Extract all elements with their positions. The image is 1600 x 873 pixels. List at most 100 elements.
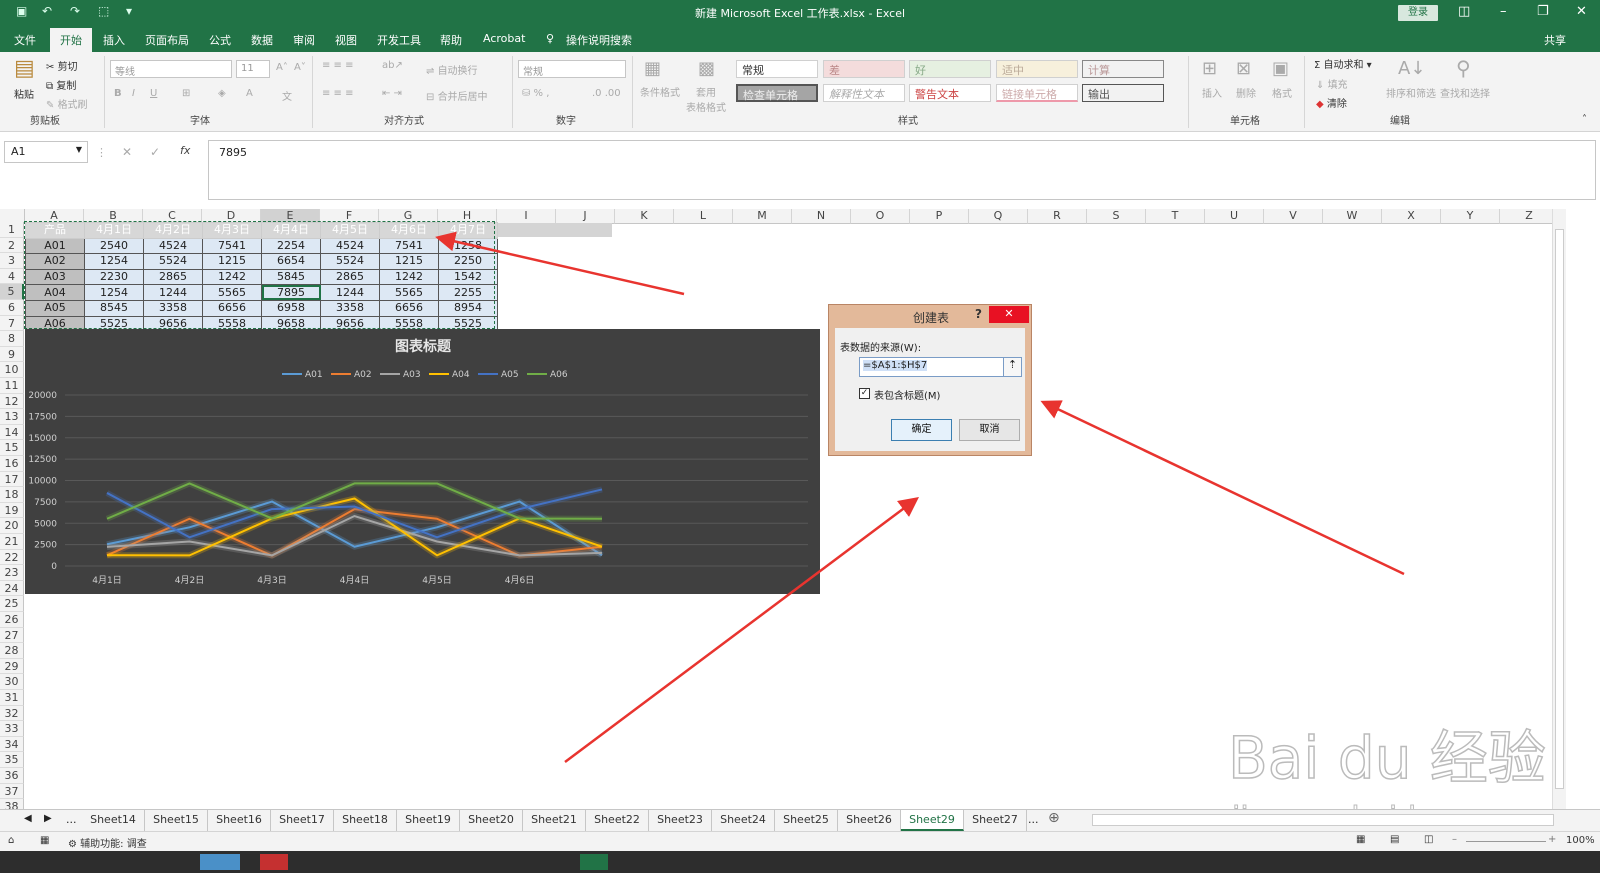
row-header[interactable]: 35 xyxy=(0,752,24,768)
add-sheet-icon[interactable]: ⊕ xyxy=(1048,810,1060,826)
headers-checkbox[interactable]: ✓ xyxy=(859,388,870,399)
accessibility-status[interactable]: ⚙ 辅助功能: 调查 xyxy=(68,835,147,850)
tab-file[interactable]: 文件 xyxy=(14,32,36,48)
column-header[interactable]: Y xyxy=(1441,209,1500,224)
insert-cells-icon[interactable]: ⊞ xyxy=(1202,58,1217,79)
row-header[interactable]: 36 xyxy=(0,768,24,784)
row-header[interactable]: 29 xyxy=(0,658,24,675)
row-header[interactable]: 28 xyxy=(0,643,24,659)
clear-button[interactable]: ◆ 清除 xyxy=(1316,95,1347,110)
tab-acrobat[interactable]: Acrobat xyxy=(483,32,525,45)
row-header[interactable]: 22 xyxy=(0,549,24,566)
insert-function-icon[interactable]: fx xyxy=(180,144,190,157)
row-header[interactable]: 13 xyxy=(0,409,24,425)
row-header[interactable]: 11 xyxy=(0,378,24,394)
row-header[interactable]: 3 xyxy=(0,253,24,269)
tell-me-search[interactable]: 操作说明搜索 xyxy=(566,32,632,48)
sheet-tab[interactable]: Sheet20 xyxy=(460,810,523,831)
collapse-ribbon-icon[interactable]: ˄ xyxy=(1582,114,1587,125)
row-header[interactable]: 15 xyxy=(0,440,24,456)
tab-insert[interactable]: 插入 xyxy=(103,32,125,48)
column-header[interactable]: X xyxy=(1382,209,1441,224)
collapse-dialog-icon[interactable]: ⇡ xyxy=(1003,357,1022,377)
row-header[interactable]: 17 xyxy=(0,471,24,488)
range-input[interactable]: =$A$1:$H$7 xyxy=(859,357,1004,377)
row-header[interactable]: 26 xyxy=(0,612,24,628)
autosum-button[interactable]: Σ 自动求和 ▾ xyxy=(1314,56,1372,71)
row-header[interactable]: 33 xyxy=(0,721,24,737)
column-header[interactable]: I xyxy=(497,209,556,224)
row-header[interactable]: 10 xyxy=(0,362,24,378)
sheet-tab[interactable]: Sheet23 xyxy=(649,810,712,831)
copy-button[interactable]: ⧉ 复制 xyxy=(46,77,76,92)
vertical-scroll-thumb[interactable] xyxy=(1555,229,1564,789)
wrap-text-button[interactable]: ⇌ 自动换行 xyxy=(426,62,478,77)
help-icon[interactable]: ? xyxy=(975,307,982,321)
column-header[interactable]: N xyxy=(792,209,851,224)
sheet-tab[interactable]: Sheet18 xyxy=(334,810,397,831)
row-header[interactable]: 25 xyxy=(0,596,24,612)
format-cells-icon[interactable]: ▣ xyxy=(1272,58,1289,79)
zoom-out-icon[interactable]: – xyxy=(1452,834,1457,845)
zoom-slider[interactable] xyxy=(1466,841,1546,842)
row-header[interactable]: 16 xyxy=(0,456,24,472)
bold-icon[interactable]: B xyxy=(114,88,122,99)
normal-view-icon[interactable]: ▦ xyxy=(1356,834,1365,845)
number-format-box[interactable]: 常规 xyxy=(518,60,626,78)
column-header[interactable]: V xyxy=(1264,209,1323,224)
cancel-entry-icon[interactable]: ✕ xyxy=(122,145,132,159)
find-icon[interactable]: ⚲ xyxy=(1456,56,1471,80)
name-box[interactable]: A1 ▼ xyxy=(4,141,88,163)
row-header[interactable]: 14 xyxy=(0,424,24,441)
format-painter-button[interactable]: ✎ 格式刷 xyxy=(46,96,88,111)
column-header[interactable]: Z xyxy=(1500,209,1559,224)
border-icon[interactable]: ⊞ xyxy=(182,88,190,99)
sheet-tab[interactable]: Sheet14 xyxy=(82,810,145,831)
sort-icon[interactable]: A↓ xyxy=(1398,58,1425,79)
font-color-icon[interactable]: A xyxy=(246,88,253,99)
orientation-icon[interactable]: ab↗ xyxy=(382,60,403,71)
sheet-tab[interactable]: Sheet26 xyxy=(838,810,901,831)
row-header[interactable]: 9 xyxy=(0,346,24,363)
row-header[interactable]: 6 xyxy=(0,300,24,316)
tab-help[interactable]: 帮助 xyxy=(440,32,462,48)
sheet-tab[interactable]: Sheet21 xyxy=(523,810,586,831)
tab-home[interactable]: 开始 xyxy=(50,28,92,52)
sheet-tab[interactable]: Sheet29 xyxy=(901,810,964,831)
scroll-right-icon[interactable]: ▶ xyxy=(44,813,52,824)
table-format-button[interactable]: 套用 表格格式 xyxy=(686,84,726,114)
row-header[interactable]: 5 xyxy=(0,284,24,300)
style-normal[interactable]: 常规 xyxy=(736,60,818,78)
grow-font-icon[interactable]: A˄ xyxy=(276,62,288,73)
italic-icon[interactable]: I xyxy=(132,88,135,99)
paste-icon[interactable]: ▤ xyxy=(14,56,35,81)
style-output[interactable]: 输出 xyxy=(1082,84,1164,102)
column-header[interactable]: W xyxy=(1323,209,1382,224)
ok-button[interactable]: 确定 xyxy=(891,419,952,441)
vertical-scrollbar[interactable] xyxy=(1552,209,1566,819)
page-layout-view-icon[interactable]: ▤ xyxy=(1390,834,1399,845)
column-header[interactable]: S xyxy=(1087,209,1146,224)
fill-color-icon[interactable]: ◈ xyxy=(218,88,226,99)
decimal-icon[interactable]: .0 .00 xyxy=(592,88,621,99)
column-header[interactable]: U xyxy=(1205,209,1264,224)
row-header[interactable]: 31 xyxy=(0,690,24,706)
conditional-format-icon[interactable]: ▦ xyxy=(644,58,661,79)
row-header[interactable]: 30 xyxy=(0,674,24,690)
tab-formulas[interactable]: 公式 xyxy=(209,32,231,48)
share-button[interactable]: 共享 xyxy=(1544,32,1566,48)
sheet-tab[interactable]: Sheet15 xyxy=(145,810,208,831)
row-header[interactable]: 7 xyxy=(0,315,24,332)
row-header[interactable]: 12 xyxy=(0,393,24,410)
row-header[interactable]: 23 xyxy=(0,565,24,581)
sheet-tab[interactable]: Sheet22 xyxy=(586,810,649,831)
column-header[interactable]: L xyxy=(674,209,733,224)
login-button[interactable]: 登录 xyxy=(1398,5,1438,21)
table-format-icon[interactable]: ▩ xyxy=(698,58,715,79)
format-cells-button[interactable]: 格式 xyxy=(1272,85,1292,100)
row-header[interactable]: 20 xyxy=(0,518,24,534)
row-header[interactable]: 4 xyxy=(0,268,24,285)
ribbon-display-icon[interactable]: ◫ xyxy=(1458,4,1470,19)
taskbar-app-icon[interactable] xyxy=(200,854,240,870)
row-header[interactable]: 27 xyxy=(0,627,24,644)
